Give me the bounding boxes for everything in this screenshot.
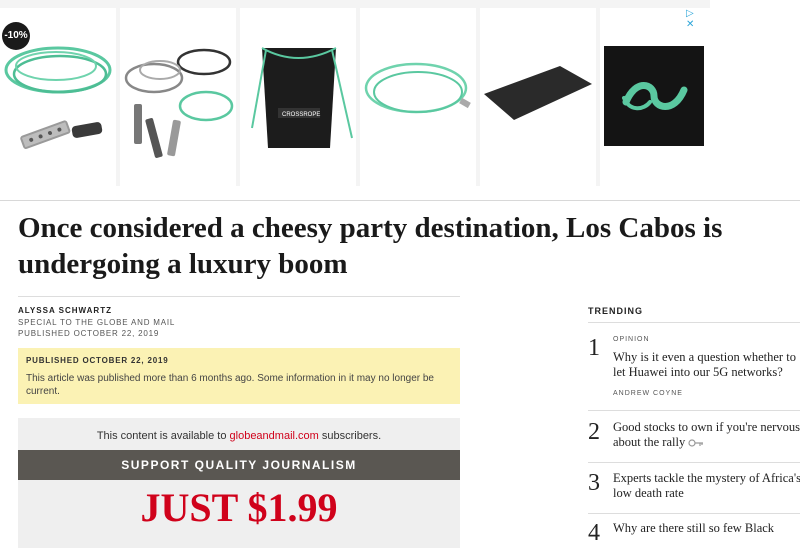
ad-tile-crossrope-logo[interactable] bbox=[600, 8, 710, 186]
trending-number: 4 bbox=[588, 520, 600, 546]
ad-tile-exercise-mat[interactable] bbox=[480, 8, 596, 186]
divider bbox=[0, 200, 800, 201]
trending-number: 2 bbox=[588, 419, 600, 445]
author-name[interactable]: ALYSSA SCHWARTZ bbox=[18, 306, 112, 315]
trending-item[interactable]: 4 Why are there still so few Black bbox=[588, 521, 800, 545]
discount-badge: -10% bbox=[2, 22, 30, 50]
trending-title-wrap[interactable]: Good stocks to own if you're nervous abo… bbox=[613, 420, 800, 450]
published-date: PUBLISHED OCTOBER 22, 2019 bbox=[18, 329, 160, 338]
mat-image bbox=[484, 66, 592, 120]
ad-tile-rope-cable[interactable] bbox=[360, 8, 476, 186]
trending-title[interactable]: Experts tackle the mystery of Africa's l… bbox=[613, 471, 800, 501]
availability-text: This content is available to globeandmai… bbox=[18, 430, 460, 442]
ad-banner[interactable]: -10% CROSSROPE ▷ ✕ bbox=[0, 0, 710, 186]
ad-tile-crossrope-bag[interactable]: CROSSROPE bbox=[240, 8, 356, 186]
key-icon bbox=[688, 439, 704, 447]
subscription-price[interactable]: JUST $1.99 bbox=[18, 484, 460, 532]
svg-text:CROSSROPE: CROSSROPE bbox=[282, 112, 320, 118]
divider bbox=[18, 296, 460, 297]
notice-body: This article was published more than 6 m… bbox=[26, 373, 434, 397]
trending-title[interactable]: Why are there still so few Black bbox=[613, 521, 800, 536]
divider bbox=[588, 322, 800, 323]
author-affiliation: SPECIAL TO THE GLOBE AND MAIL bbox=[18, 318, 176, 327]
divider bbox=[588, 513, 800, 514]
trending-item[interactable]: 2 Good stocks to own if you're nervous a… bbox=[588, 420, 800, 456]
bag-image: CROSSROPE bbox=[251, 47, 353, 148]
ad-tile-weighted-rope[interactable]: -10% bbox=[0, 8, 116, 186]
paywall-box: This content is available to globeandmai… bbox=[18, 418, 460, 548]
availability-suffix: subscribers. bbox=[318, 430, 382, 442]
support-banner: SUPPORT QUALITY JOURNALISM bbox=[18, 450, 460, 480]
divider bbox=[588, 410, 800, 411]
notice-heading: PUBLISHED OCTOBER 22, 2019 bbox=[26, 356, 169, 365]
crossrope-logo bbox=[604, 46, 704, 146]
divider bbox=[588, 462, 800, 463]
trending-heading: TRENDING bbox=[588, 306, 643, 316]
rope-set-image bbox=[124, 48, 234, 158]
article-headline: Once considered a cheesy party destinati… bbox=[18, 212, 723, 280]
trending-item[interactable]: 1 OPINION Why is it even a question whet… bbox=[588, 336, 800, 406]
globeandmail-link[interactable]: globeandmail.com bbox=[230, 430, 319, 442]
adchoices-icon[interactable]: ▷ ✕ bbox=[686, 8, 710, 30]
trending-tag: OPINION bbox=[613, 336, 650, 343]
trending-author: ANDREW COYNE bbox=[613, 390, 683, 397]
cable-image bbox=[364, 62, 471, 114]
age-notice: PUBLISHED OCTOBER 22, 2019 This article … bbox=[18, 348, 460, 404]
ad-tile-rope-set[interactable] bbox=[120, 8, 236, 186]
trending-item[interactable]: 3 Experts tackle the mystery of Africa's… bbox=[588, 471, 800, 507]
trending-number: 1 bbox=[588, 335, 600, 361]
trending-title[interactable]: Good stocks to own if you're nervous abo… bbox=[613, 420, 800, 449]
trending-number: 3 bbox=[588, 470, 600, 496]
trending-title[interactable]: Why is it even a question whether to let… bbox=[613, 350, 800, 380]
availability-prefix: This content is available to bbox=[96, 430, 230, 442]
